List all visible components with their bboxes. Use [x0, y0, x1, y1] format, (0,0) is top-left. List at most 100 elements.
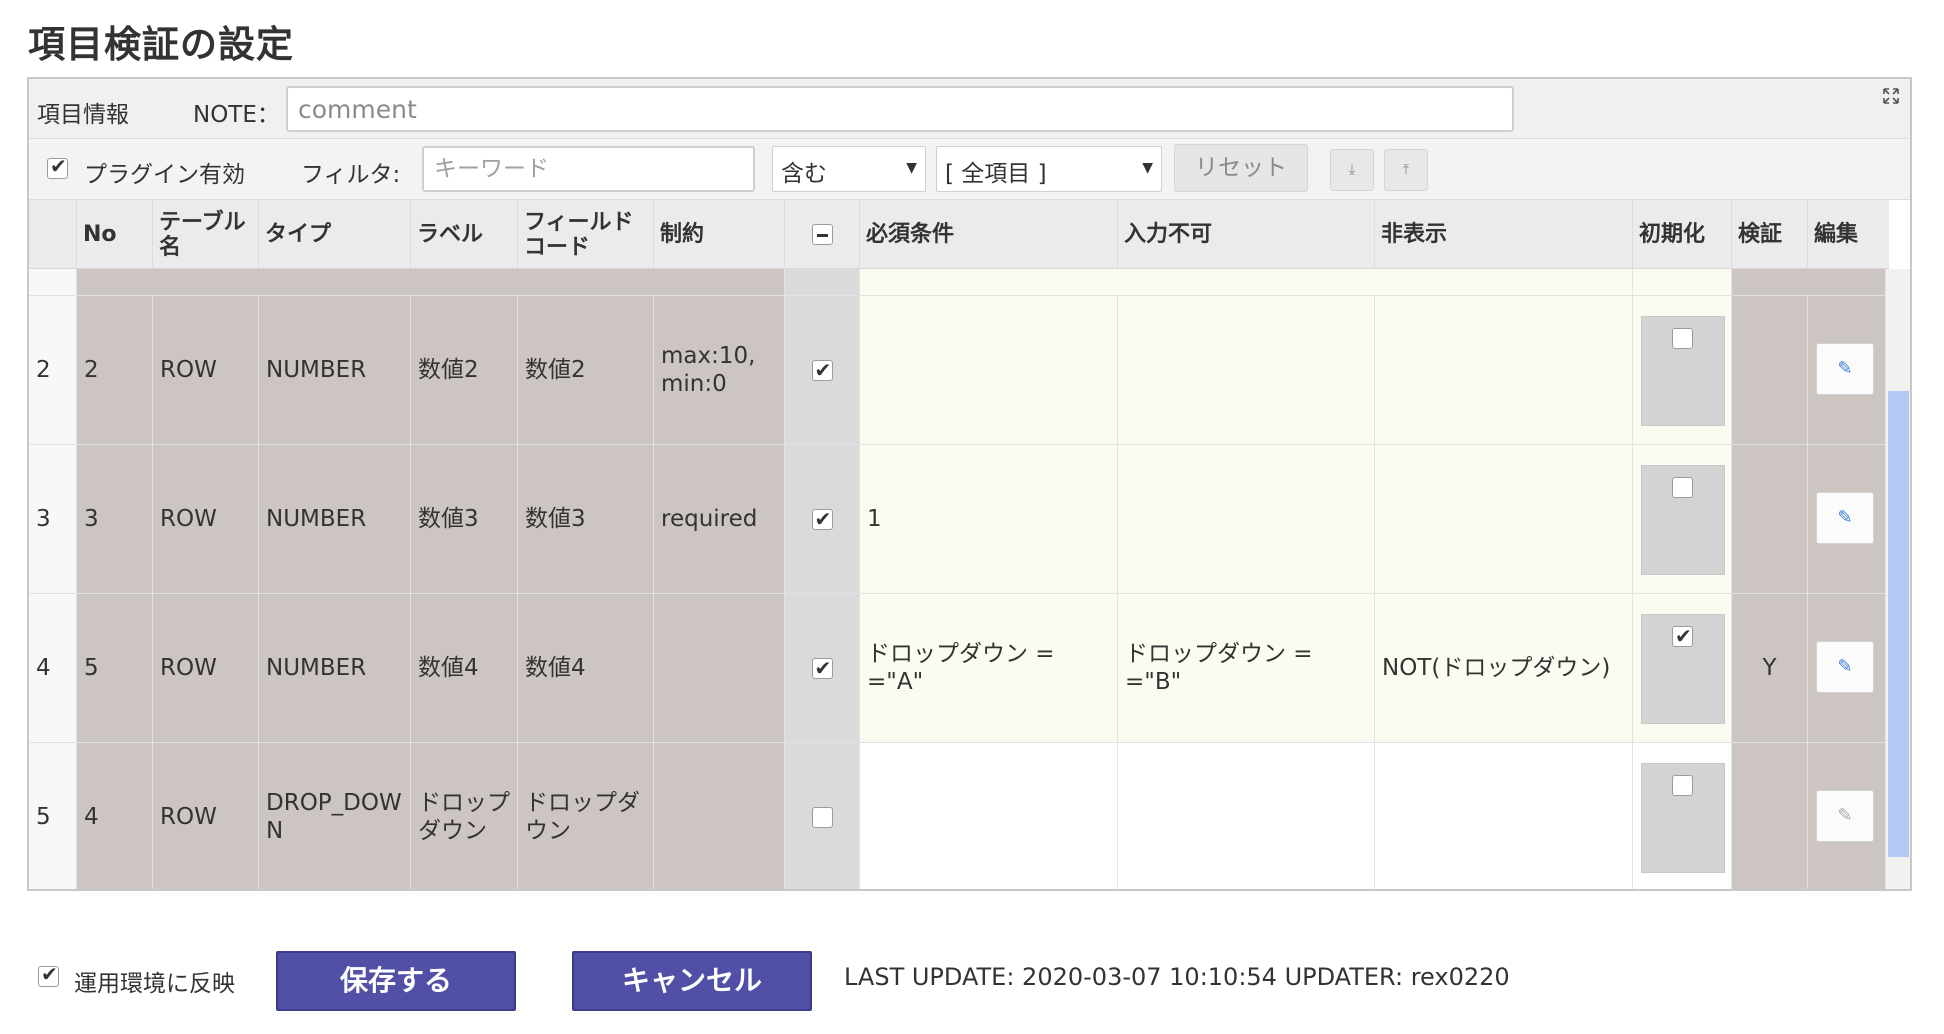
header-table-name: テーブル名 — [152, 200, 258, 269]
cell-type: NUMBER — [258, 296, 410, 445]
minus-icon — [816, 234, 828, 237]
vertical-scrollbar[interactable] — [1885, 269, 1910, 889]
cell-init — [1632, 296, 1731, 445]
cancel-button[interactable]: キャンセル — [572, 951, 812, 1011]
table-row[interactable]: 2 2 ROW NUMBER 数値2 数値2 max:10, min:0 ✔ ✎ — [29, 296, 1889, 445]
header-field-code: フィールドコード — [517, 200, 653, 269]
header-constraint: 制約 — [653, 200, 784, 269]
cell-label: 数値3 — [410, 445, 517, 594]
cell-hidden[interactable] — [1374, 445, 1632, 594]
cell-hidden[interactable] — [1374, 296, 1632, 445]
init-checkbox[interactable]: ✔ — [1672, 624, 1693, 648]
init-box — [1641, 763, 1725, 873]
header-init: 初期化 — [1632, 200, 1731, 269]
pencil-icon: ✎ — [1837, 507, 1853, 528]
cell-type: NUMBER — [258, 594, 410, 743]
cell-checkbox[interactable]: ✔ — [784, 296, 859, 445]
expand-icon[interactable] — [1882, 87, 1900, 105]
item-info-label: 項目情報 — [37, 102, 129, 128]
cell-constraint — [653, 594, 784, 743]
header-required-condition: 必須条件 — [859, 200, 1117, 269]
cell-label: 数値2 — [410, 296, 517, 445]
row-index: 5 — [29, 743, 76, 889]
cell-no: 5 — [76, 594, 152, 743]
edit-button[interactable]: ✎ — [1816, 492, 1874, 544]
move-bottom-icon: ⤓ — [1348, 162, 1356, 178]
cell-init: ✔ — [1632, 594, 1731, 743]
table-header: No テーブル名 タイプ ラベル フィールドコード 制約 必須条件 入力不可 非… — [29, 200, 1889, 269]
init-checkbox[interactable] — [1672, 328, 1693, 349]
reset-button[interactable]: リセット — [1174, 144, 1308, 192]
cell-checkbox[interactable]: ✔ — [784, 445, 859, 594]
cell-table-name: ROW — [152, 296, 258, 445]
table-body: 2 2 ROW NUMBER 数値2 数値2 max:10, min:0 ✔ ✎ — [29, 269, 1889, 889]
cell-required-condition[interactable] — [859, 296, 1117, 445]
init-box — [1641, 316, 1725, 426]
check-icon: ✔ — [1675, 624, 1692, 648]
move-top-button[interactable]: ⤒ — [1384, 149, 1428, 191]
note-label: NOTE： — [193, 102, 280, 128]
row-index: 3 — [29, 445, 76, 594]
cell-checkbox[interactable]: ✔ — [784, 594, 859, 743]
cell-readonly[interactable] — [1117, 296, 1374, 445]
row-checkbox[interactable] — [811, 806, 833, 828]
cell-label: ドロップダウン — [410, 743, 517, 889]
row-index: 2 — [29, 296, 76, 445]
cell-hidden[interactable]: NOT(ドロップダウン) — [1374, 594, 1632, 743]
header-select-all[interactable] — [784, 200, 859, 269]
edit-button[interactable]: ✎ — [1816, 343, 1874, 395]
cell-label: 数値4 — [410, 594, 517, 743]
cell-field-code: ドロップダウン — [517, 743, 653, 889]
move-bottom-button[interactable]: ⤓ — [1330, 149, 1374, 191]
apply-production-checkbox[interactable]: ✔ — [38, 962, 59, 987]
validation-panel: 項目情報 NOTE： ✔ プラグイン有効 フィルタ: 含む ▼ [ 全項目 ] … — [27, 77, 1912, 891]
table-row[interactable]: 3 3 ROW NUMBER 数値3 数値3 required ✔ 1 ✎ — [29, 445, 1889, 594]
cell-required-condition[interactable] — [859, 743, 1117, 889]
table-row[interactable]: 5 4 ROW DROP_DOWN ドロップダウン ドロップダウン ✎ — [29, 743, 1889, 889]
cell-hidden[interactable] — [1374, 743, 1632, 889]
cell-type: DROP_DOWN — [258, 743, 410, 889]
check-icon: ✔ — [814, 655, 832, 680]
row-checkbox[interactable]: ✔ — [811, 358, 833, 382]
header-hidden: 非表示 — [1374, 200, 1632, 269]
info-bar: 項目情報 NOTE： — [29, 79, 1910, 139]
field-select[interactable]: [ 全項目 ] ▼ — [936, 146, 1162, 192]
move-top-icon: ⤒ — [1402, 162, 1410, 178]
row-checkbox[interactable]: ✔ — [811, 507, 833, 531]
note-input[interactable] — [286, 86, 1514, 132]
edit-button[interactable]: ✎ — [1816, 790, 1874, 842]
cell-validate: Y — [1731, 594, 1807, 743]
row-index: 4 — [29, 594, 76, 743]
last-update-text: LAST UPDATE: 2020-03-07 10:10:54 UPDATER… — [844, 963, 1510, 991]
cell-readonly[interactable]: ドロップダウン =="B" — [1117, 594, 1374, 743]
cell-checkbox[interactable] — [784, 743, 859, 889]
cell-validate — [1731, 743, 1807, 889]
page-title: 項目検証の設定 — [28, 23, 294, 66]
keyword-input[interactable] — [422, 146, 755, 192]
table-row[interactable]: 4 5 ROW NUMBER 数値4 数値4 ✔ ドロップダウン =="A" ド… — [29, 594, 1889, 743]
cell-table-name: ROW — [152, 594, 258, 743]
init-checkbox[interactable] — [1672, 477, 1693, 498]
select-all-checkbox[interactable] — [811, 224, 833, 245]
field-table: No テーブル名 タイプ ラベル フィールドコード 制約 必須条件 入力不可 非… — [29, 200, 1910, 889]
cell-edit: ✎ — [1807, 445, 1889, 594]
edit-button[interactable]: ✎ — [1816, 641, 1874, 693]
header-edit: 編集 — [1807, 200, 1889, 269]
pencil-icon: ✎ — [1837, 656, 1853, 677]
field-select-value: [ 全項目 ] — [945, 161, 1047, 187]
cell-no: 2 — [76, 296, 152, 445]
cell-required-condition[interactable]: 1 — [859, 445, 1117, 594]
row-checkbox[interactable]: ✔ — [811, 656, 833, 680]
cell-readonly[interactable] — [1117, 743, 1374, 889]
cell-readonly[interactable] — [1117, 445, 1374, 594]
scrollbar-thumb[interactable] — [1888, 391, 1909, 857]
cell-required-condition[interactable]: ドロップダウン =="A" — [859, 594, 1117, 743]
cell-field-code: 数値4 — [517, 594, 653, 743]
match-type-select[interactable]: 含む ▼ — [772, 146, 926, 192]
plugin-enabled-checkbox[interactable]: ✔ — [47, 154, 68, 179]
save-button[interactable]: 保存する — [276, 951, 516, 1011]
header-no: No — [76, 200, 152, 269]
cell-table-name: ROW — [152, 743, 258, 889]
cell-constraint: required — [653, 445, 784, 594]
init-checkbox[interactable] — [1672, 775, 1693, 796]
